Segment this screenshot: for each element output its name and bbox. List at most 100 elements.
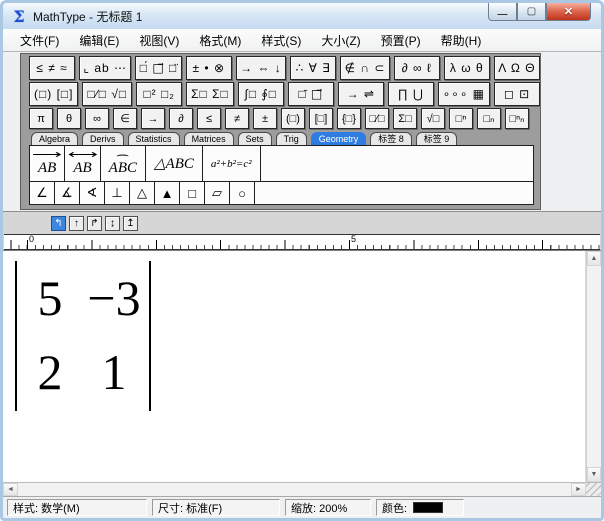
resize-grip[interactable] <box>586 483 601 496</box>
palette-relations[interactable]: ≤ ≠ ≈ <box>29 56 75 80</box>
template-braces[interactable]: {□} <box>337 108 361 129</box>
template-products-unions[interactable]: ∏ ⋃ <box>388 82 434 106</box>
tab-label-9[interactable]: 标签 9 <box>416 132 458 145</box>
palette-embellishments[interactable]: □́ □⃗ □̈ <box>135 56 181 80</box>
template-brackets[interactable]: [□] <box>309 108 333 129</box>
template-integrals[interactable]: ∫□ ∮□ <box>238 82 284 106</box>
scroll-down-button[interactable]: ▼ <box>587 467 601 482</box>
tabstop-left-button[interactable]: ↰ <box>51 216 66 231</box>
close-button[interactable]: ✕ <box>546 3 591 21</box>
menu-item-file[interactable]: 文件(F) <box>11 30 68 51</box>
template-fractions-radicals[interactable]: □∕□ √□ <box>82 82 132 106</box>
status-size-field[interactable]: 尺寸: 标准(F) <box>152 499 280 516</box>
tab-derivs[interactable]: Derivs <box>82 132 124 145</box>
scroll-right-button[interactable]: ► <box>571 483 586 496</box>
palette-misc-symbols[interactable]: ∂ ∞ ℓ <box>394 56 440 80</box>
template-triangle-abc[interactable]: △ABC <box>146 146 203 181</box>
geo-square[interactable]: □ <box>180 182 205 204</box>
equation-canvas[interactable]: 5 −3 2 1 <box>3 251 586 482</box>
status-style-field[interactable]: 样式: 数学(M) <box>7 499 147 516</box>
tab-geometry[interactable]: Geometry <box>311 132 367 145</box>
minimize-button[interactable]: — <box>488 3 517 21</box>
scroll-left-button[interactable]: ◄ <box>3 483 18 496</box>
tab-trig[interactable]: Trig <box>276 132 307 145</box>
tabstop-decimal-button[interactable]: ↥ <box>123 216 138 231</box>
symbol-element-of[interactable]: ∈ <box>113 108 137 129</box>
symbol-leq[interactable]: ≤ <box>197 108 221 129</box>
palette-operators[interactable]: ± • ⊗ <box>186 56 232 80</box>
palette-set-theory[interactable]: ∉ ∩ ⊂ <box>340 56 390 80</box>
status-zoom-field[interactable]: 缩放: 200% <box>285 499 371 516</box>
geo-perpendicular[interactable]: ⊥ <box>105 182 130 204</box>
symbol-neq[interactable]: ≠ <box>225 108 249 129</box>
template-arc-abc[interactable]: ⌢ ABC <box>101 146 146 181</box>
geo-triangle[interactable]: △ <box>130 182 155 204</box>
palette-spaces-ellipses[interactable]: ⌞ ab ⋯ <box>79 56 131 80</box>
menu-item-edit[interactable]: 编辑(E) <box>70 30 128 51</box>
geo-measured-angle[interactable]: ∡ <box>55 182 80 204</box>
symbol-pi[interactable]: π <box>29 108 53 129</box>
determinant-expression[interactable]: 5 −3 2 1 <box>15 261 151 411</box>
vertical-scrollbar[interactable]: ▲ ▼ <box>586 251 601 482</box>
template-parens[interactable]: (□) <box>281 108 305 129</box>
tab-matrices[interactable]: Matrices <box>184 132 234 145</box>
template-subsuperscript[interactable]: □ⁿₙ <box>505 108 529 129</box>
tab-sets[interactable]: Sets <box>238 132 272 145</box>
template-boxes[interactable]: ◻ ⊡ <box>494 82 540 106</box>
geo-filled-triangle[interactable]: ▲ <box>155 182 180 204</box>
menu-item-preferences[interactable]: 预置(P) <box>372 30 430 51</box>
template-sums[interactable]: Σ□ Σ□ <box>186 82 234 106</box>
palette-arrows[interactable]: → ⇔ ↓ <box>236 56 286 80</box>
tab-algebra[interactable]: Algebra <box>31 132 78 145</box>
symbol-theta[interactable]: θ <box>57 108 81 129</box>
tabstop-center-button[interactable]: ↑ <box>69 216 84 231</box>
tabstop-equal-button[interactable]: ↨ <box>105 216 120 231</box>
palette-greek-uppercase[interactable]: Λ Ω Θ <box>494 56 540 80</box>
menu-item-format[interactable]: 格式(M) <box>190 30 250 51</box>
template-fences[interactable]: (□) [□] <box>29 82 78 106</box>
menu-item-size[interactable]: 大小(Z) <box>312 30 369 51</box>
statusbar: 样式: 数学(M) 尺寸: 标准(F) 缩放: 200% 颜色: <box>3 497 601 518</box>
template-fraction[interactable]: □∕□ <box>365 108 389 129</box>
color-label: 颜色: <box>382 500 407 516</box>
status-color-field[interactable]: 颜色: <box>376 499 464 516</box>
symbol-row-empty-area <box>255 182 533 204</box>
tab-label-8[interactable]: 标签 8 <box>370 132 412 145</box>
palette-greek-lowercase[interactable]: λ ω θ <box>444 56 490 80</box>
geo-circle[interactable]: ○ <box>230 182 255 204</box>
template-superscript[interactable]: □ⁿ <box>449 108 473 129</box>
tabstop-right-button[interactable]: ↱ <box>87 216 102 231</box>
template-sqrt[interactable]: √□ <box>421 108 445 129</box>
geo-parallelogram[interactable]: ▱ <box>205 182 230 204</box>
template-subscript[interactable]: □ₙ <box>477 108 501 129</box>
symbol-partial[interactable]: ∂ <box>169 108 193 129</box>
symbol-right-arrow[interactable]: → <box>141 108 165 129</box>
matrix-cell-0-0[interactable]: 5 <box>19 273 81 323</box>
menu-item-view[interactable]: 视图(V) <box>130 30 188 51</box>
template-pythagorean[interactable]: a²+b²=c² <box>203 146 261 181</box>
tab-statistics[interactable]: Statistics <box>128 132 180 145</box>
matrix-cell-1-1[interactable]: 1 <box>81 347 147 397</box>
matrix-cell-1-0[interactable]: 2 <box>19 347 81 397</box>
geo-spherical-angle[interactable]: ∢ <box>80 182 105 204</box>
palette-logic[interactable]: ∴ ∀ ∃ <box>290 56 336 80</box>
menu-item-style[interactable]: 样式(S) <box>252 30 310 51</box>
symbol-plus-minus[interactable]: ± <box>253 108 277 129</box>
template-matrices[interactable]: ∘∘∘ ▦ <box>438 82 490 106</box>
sigma-app-icon[interactable]: Σ <box>9 7 29 26</box>
template-scripts[interactable]: □² □₂ <box>136 82 182 106</box>
symbol-infinity[interactable]: ∞ <box>85 108 109 129</box>
horizontal-scrollbar[interactable]: ◄ ► <box>3 483 586 496</box>
geo-angle[interactable]: ∠ <box>30 182 55 204</box>
scroll-up-button[interactable]: ▲ <box>587 251 601 266</box>
matrix-cell-0-1[interactable]: −3 <box>81 273 147 323</box>
template-line-ab[interactable]: ⟷ AB <box>65 146 100 181</box>
ruler: 0 5 <box>4 234 600 250</box>
menu-item-help[interactable]: 帮助(H) <box>432 30 491 51</box>
maximize-button[interactable]: ▢ <box>517 3 546 21</box>
template-labeled-arrows[interactable]: → ⇌ <box>338 82 384 106</box>
template-vector-ab[interactable]: ⟶ AB <box>30 146 65 181</box>
symbol-palette-row-1: ≤ ≠ ≈ ⌞ ab ⋯ □́ □⃗ □̈ ± • ⊗ → ⇔ ↓ ∴ ∀ ∃ … <box>29 56 540 80</box>
template-overbars[interactable]: □̄ □⃗ <box>288 82 334 106</box>
template-summation[interactable]: Σ□ <box>393 108 417 129</box>
